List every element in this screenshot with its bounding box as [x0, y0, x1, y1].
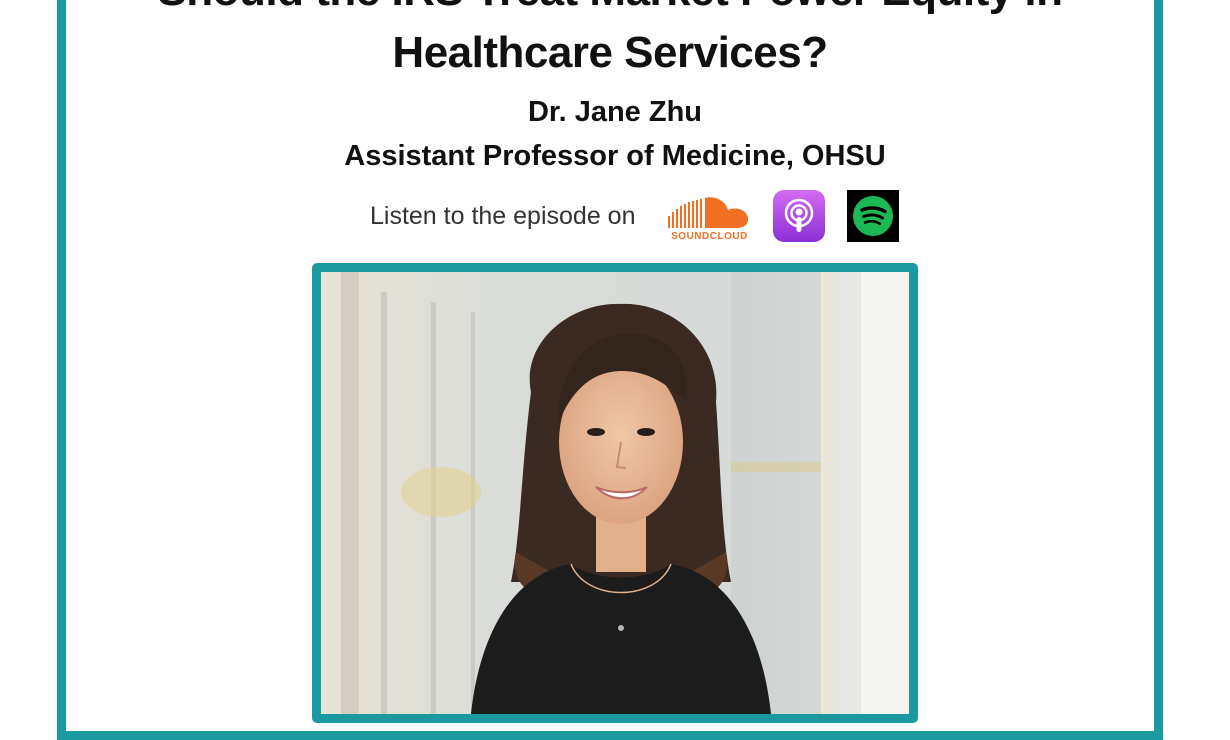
soundcloud-label: SOUNDCLOUD — [671, 231, 748, 242]
soundcloud-icon[interactable]: SOUNDCLOUD — [665, 190, 753, 242]
listen-text: Listen to the episode on — [370, 201, 636, 230]
apple-podcasts-icon[interactable] — [773, 190, 826, 242]
soundcloud-cloud-graphic — [668, 197, 749, 228]
podcast-glyph — [785, 198, 814, 232]
guest-role: Assistant Professor of Medicine, OHSU — [344, 140, 886, 172]
guest-portrait-photo — [321, 272, 909, 714]
guest-name: Dr. Jane Zhu — [527, 96, 703, 128]
episode-title-line-1: Should the IRS Treat Market Power Equity… — [57, 0, 1163, 16]
spotify-glyph — [853, 196, 894, 236]
listen-row: Listen to the episode on SOUNDCLOUD — [370, 190, 900, 242]
spotify-icon[interactable] — [847, 190, 900, 242]
episode-title-line-2: Healthcare Services? — [392, 28, 828, 77]
guest-photo-frame — [312, 263, 918, 723]
